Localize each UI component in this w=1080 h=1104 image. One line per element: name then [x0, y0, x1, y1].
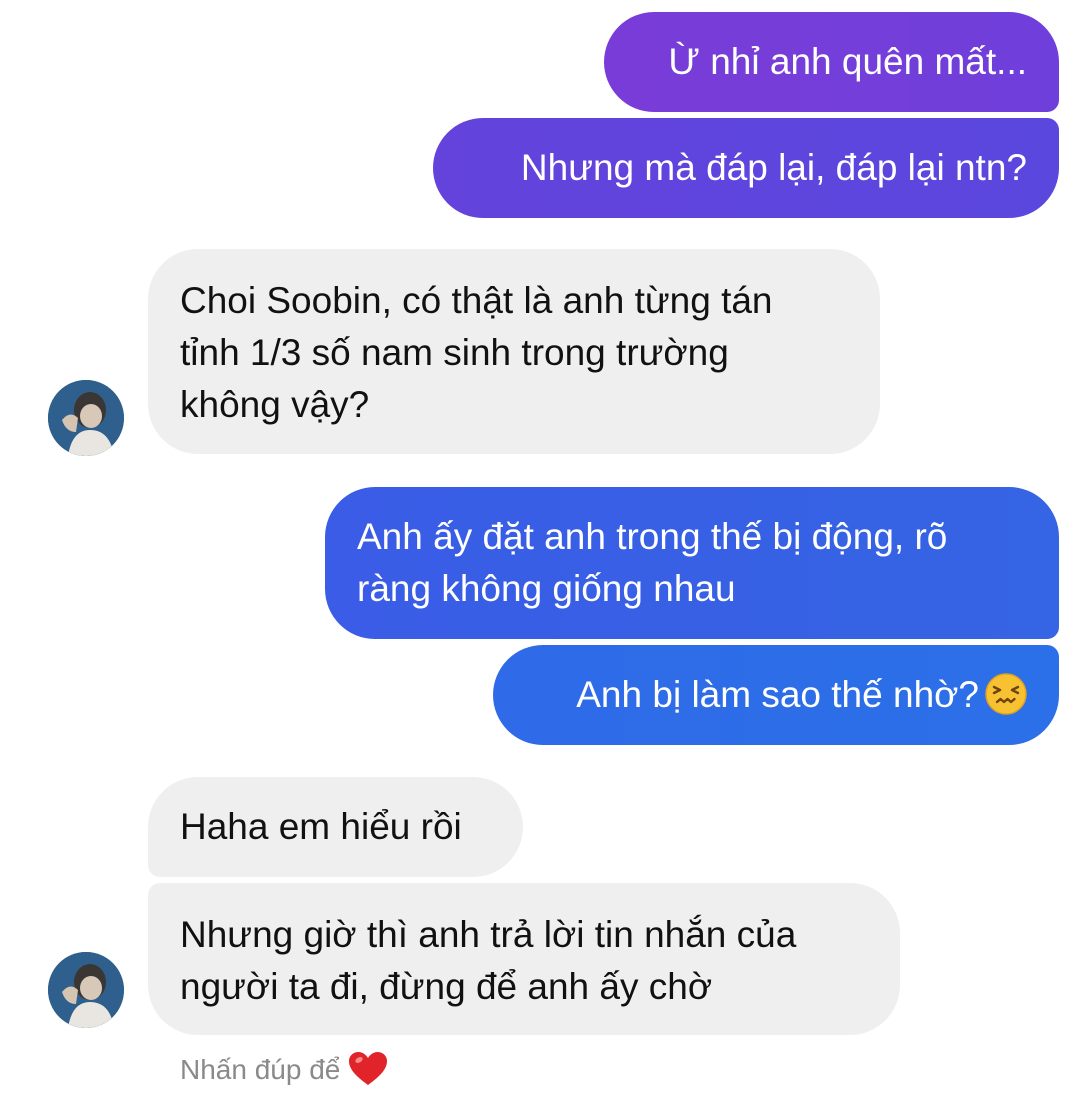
- sent-message-bubble[interactable]: Nhưng mà đáp lại, đáp lại ntn?: [433, 118, 1059, 218]
- sent-message-bubble[interactable]: Anh bị làm sao thế nhờ?: [493, 645, 1059, 745]
- message-text: Ừ nhỉ anh quên mất...: [668, 41, 1027, 82]
- heart-icon[interactable]: [348, 1051, 388, 1087]
- message-text: Nhưng mà đáp lại, đáp lại ntn?: [520, 147, 1027, 188]
- contact-avatar[interactable]: [48, 952, 124, 1028]
- confounded-face-emoji: [985, 673, 1027, 715]
- avatar-photo: [48, 380, 124, 456]
- message-text: Anh ấy đặt anh trong thế bị động, rõ: [357, 516, 948, 557]
- message-text: Haha em hiểu rồi: [180, 806, 462, 847]
- message-text: ràng không giống nhau: [357, 568, 736, 609]
- sent-message-bubble[interactable]: Anh ấy đặt anh trong thế bị động, rõ ràn…: [325, 487, 1059, 639]
- received-message-bubble[interactable]: Choi Soobin, có thật là anh từng tán tỉn…: [148, 249, 880, 454]
- message-text: không vậy?: [180, 384, 370, 425]
- double-tap-hint[interactable]: Nhấn đúp để: [180, 1050, 388, 1090]
- message-text: tỉnh 1/3 số nam sinh trong trường: [180, 332, 729, 373]
- message-text: Anh bị làm sao thế nhờ?: [576, 674, 979, 715]
- received-message-bubble[interactable]: Nhưng giờ thì anh trả lời tin nhắn của n…: [148, 883, 900, 1035]
- message-text: Nhưng giờ thì anh trả lời tin nhắn của: [180, 914, 797, 955]
- message-text: người ta đi, đừng để anh ấy chờ: [180, 966, 713, 1007]
- received-message-bubble[interactable]: Haha em hiểu rồi: [148, 777, 523, 877]
- avatar-photo: [48, 952, 124, 1028]
- sent-message-bubble[interactable]: Ừ nhỉ anh quên mất...: [604, 12, 1059, 112]
- contact-avatar[interactable]: [48, 380, 124, 456]
- message-text: Choi Soobin, có thật là anh từng tán: [180, 280, 773, 321]
- double-tap-hint-text: Nhấn đúp để: [180, 1054, 341, 1085]
